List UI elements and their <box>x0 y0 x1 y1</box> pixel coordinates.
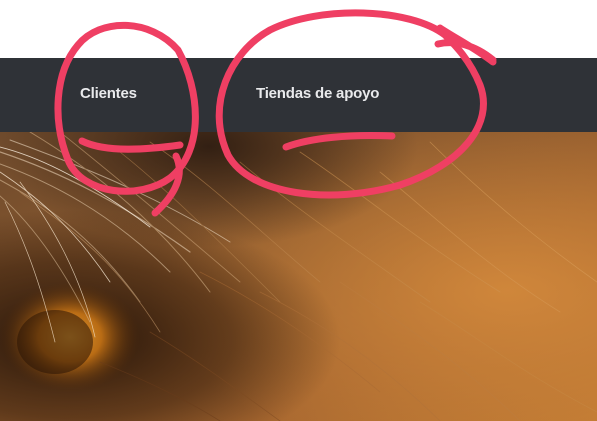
nav-link-clientes[interactable]: Clientes <box>80 85 137 102</box>
page: Clientes Tiendas de apoyo <box>0 0 597 421</box>
hero-image <box>0 132 597 421</box>
main-navbar: Clientes Tiendas de apoyo <box>0 58 597 132</box>
lion-fur-image <box>0 132 597 421</box>
nav-link-tiendas-de-apoyo[interactable]: Tiendas de apoyo <box>256 85 379 102</box>
top-white-bar <box>0 0 597 58</box>
